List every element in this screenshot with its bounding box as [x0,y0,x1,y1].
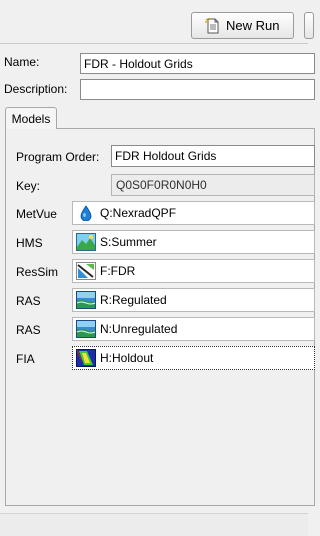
toolbar-divider [0,43,308,44]
model-program-label-ras-unregulated: RAS [16,323,41,337]
program-order-label: Program Order: [16,150,100,164]
bottom-status-bar [0,513,308,536]
fia-map-icon [76,349,96,367]
model-value-fia: H:Holdout [100,351,154,365]
new-document-icon [205,17,221,34]
model-value-ras-regulated: R:Regulated [100,293,167,307]
model-select-metvue[interactable]: Q:NexradQPF [72,201,315,225]
description-label: Description: [4,82,68,96]
ras-river-icon [76,291,96,309]
model-select-hms[interactable]: S:Summer [72,230,315,254]
model-select-fia[interactable]: H:Holdout [72,346,315,370]
model-program-label-ras-regulated: RAS [16,294,41,308]
model-program-label-fia: FIA [16,352,35,366]
model-value-metvue: Q:NexradQPF [100,206,177,220]
ressim-reservoir-icon [76,262,96,280]
water-drop-icon [76,204,96,222]
new-run-button[interactable]: New Run [191,12,294,39]
ras-river-icon [76,320,96,338]
model-value-ressim: F:FDR [100,264,136,278]
key-field: Q0S0F0R0N0H0 [111,174,315,196]
name-label: Name: [4,55,40,69]
description-field[interactable] [80,79,315,100]
model-value-ras-unregulated: N:Unregulated [100,322,178,336]
key-label: Key: [16,179,41,193]
model-program-label-hms: HMS [16,236,43,250]
model-value-hms: S:Summer [100,235,157,249]
name-field[interactable]: FDR - Holdout Grids [80,53,315,74]
new-run-label: New Run [226,18,280,33]
model-select-ras-unregulated[interactable]: N:Unregulated [72,317,315,341]
model-program-label-metvue: MetVue [16,207,57,221]
tab-models[interactable]: Models [5,107,57,129]
program-order-select[interactable]: FDR Holdout Grids [111,145,315,167]
model-program-label-ressim: ResSim [16,265,59,279]
model-select-ras-regulated[interactable]: R:Regulated [72,288,315,312]
hms-landscape-icon [76,233,96,251]
model-select-ressim[interactable]: F:FDR [72,259,315,283]
toolbar-overflow-button[interactable] [304,12,314,39]
